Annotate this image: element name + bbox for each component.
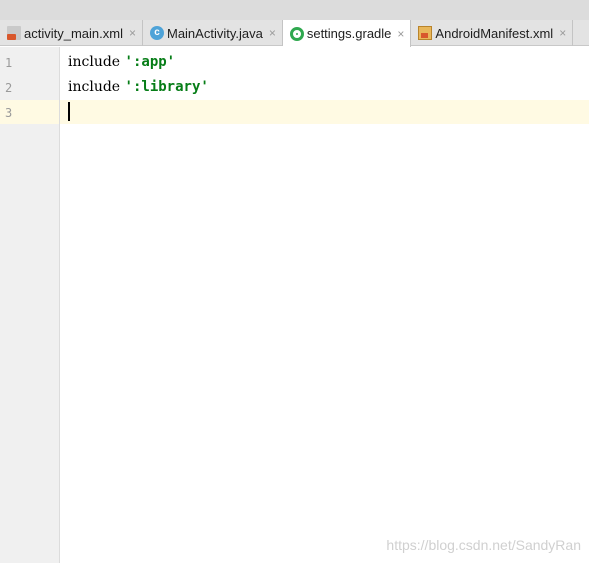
keyword: include	[68, 54, 121, 70]
code-line[interactable]: include ':app'	[68, 54, 175, 70]
tab-settings-gradle[interactable]: settings.gradle ×	[282, 20, 412, 47]
tab-label: AndroidManifest.xml	[435, 25, 554, 41]
tab-label: activity_main.xml	[24, 25, 123, 41]
line-number: 1	[5, 56, 13, 70]
watermark: https://blog.csdn.net/SandyRan	[386, 537, 581, 553]
close-icon[interactable]: ×	[269, 26, 276, 40]
current-line-highlight	[60, 100, 589, 124]
tab-label: MainActivity.java	[166, 25, 263, 41]
line-number: 2	[5, 81, 13, 95]
text-caret	[68, 102, 70, 121]
close-icon[interactable]: ×	[129, 26, 136, 40]
code-editor[interactable]: include ':app' include ':library'	[60, 47, 589, 563]
layout-xml-icon	[7, 26, 21, 40]
java-class-icon: c	[149, 26, 164, 40]
tab-android-manifest-xml[interactable]: AndroidManifest.xml ×	[411, 20, 574, 46]
line-number: 3	[5, 106, 13, 120]
string-literal: ':library'	[124, 79, 209, 95]
close-icon[interactable]: ×	[397, 27, 404, 41]
line-number-gutter: 1 2 3	[0, 47, 60, 563]
editor-tab-bar: activity_main.xml × c MainActivity.java …	[0, 20, 589, 47]
tab-main-activity-java[interactable]: c MainActivity.java ×	[143, 20, 283, 46]
gradle-icon	[289, 26, 304, 41]
close-icon[interactable]: ×	[559, 26, 566, 40]
string-literal: ':app'	[124, 54, 176, 70]
tab-activity-main-xml[interactable]: activity_main.xml ×	[0, 20, 143, 46]
tab-label: settings.gradle	[306, 26, 392, 41]
manifest-icon	[418, 26, 433, 40]
window-top-strip	[0, 0, 589, 20]
keyword: include	[68, 79, 121, 95]
code-line[interactable]: include ':library'	[68, 79, 209, 95]
